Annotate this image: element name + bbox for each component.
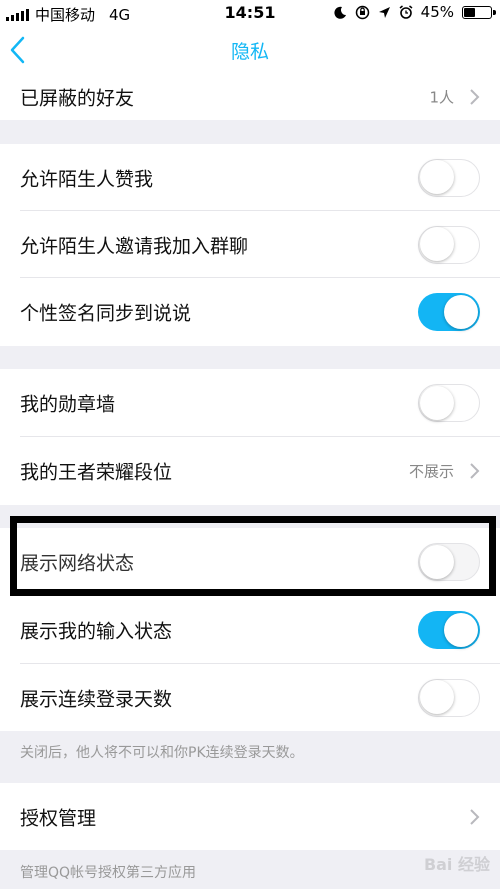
stranger-likes-label: 允许陌生人赞我 (20, 168, 154, 190)
nav-bar: 隐私 (0, 26, 500, 74)
show-typing-status-row: 展示我的输入状态 (0, 596, 500, 664)
show-login-streak-label: 展示连续登录天数 (20, 688, 173, 710)
stranger-likes-toggle[interactable] (418, 158, 480, 197)
honor-of-kings-rank-value: 不展示 (408, 462, 454, 481)
show-network-status-toggle[interactable] (418, 543, 480, 581)
authorization-label: 授权管理 (20, 807, 97, 829)
show-network-status-row: 展示网络状态 (0, 528, 500, 596)
blocked-friends-row[interactable]: 已屏蔽的好友 1人 (0, 74, 500, 120)
medal-wall-label: 我的勋章墙 (20, 393, 116, 416)
honor-of-kings-rank-label: 我的王者荣耀段位 (20, 461, 173, 484)
status-bar: 中国移动 4G 14:51 45% (0, 0, 500, 26)
battery-icon (462, 5, 496, 19)
medal-wall-row: 我的勋章墙 (0, 369, 500, 437)
authorization-footnote: 管理QQ帐号授权第三方应用 (20, 865, 197, 881)
battery-percent: 45% (420, 3, 454, 21)
stranger-likes-row: 允许陌生人赞我 (0, 144, 500, 211)
signature-sync-toggle[interactable] (418, 293, 480, 331)
chevron-right-icon (470, 463, 480, 479)
moon-icon (334, 6, 346, 19)
login-streak-footnote: 关闭后，他人将不可以和你PK连续登录天数。 (20, 745, 304, 761)
medal-wall-toggle[interactable] (418, 384, 480, 422)
stranger-group-invite-toggle[interactable] (418, 225, 480, 264)
location-icon (378, 6, 390, 18)
blocked-friends-label: 已屏蔽的好友 (20, 87, 135, 110)
show-login-streak-toggle[interactable] (418, 678, 480, 717)
signature-sync-label: 个性签名同步到说说 (20, 302, 192, 325)
blocked-friends-count: 1人 (429, 88, 454, 107)
stranger-group-invite-label: 允许陌生人邀请我加入群聊 (20, 235, 249, 257)
rotation-lock-icon (355, 5, 369, 19)
show-login-streak-row: 展示连续登录天数 (0, 664, 500, 731)
show-network-status-label: 展示网络状态 (20, 552, 135, 575)
honor-of-kings-rank-row[interactable]: 我的王者荣耀段位 不展示 (0, 437, 500, 505)
stranger-group-invite-row: 允许陌生人邀请我加入群聊 (0, 211, 500, 278)
authorization-row[interactable]: 授权管理 (0, 783, 500, 850)
show-typing-status-label: 展示我的输入状态 (20, 620, 173, 643)
signature-sync-row: 个性签名同步到说说 (0, 278, 500, 346)
show-typing-status-toggle[interactable] (418, 611, 480, 649)
chevron-right-icon (470, 89, 480, 105)
chevron-right-icon (470, 808, 480, 825)
page-title: 隐私 (230, 41, 269, 63)
alarm-icon (399, 5, 413, 19)
watermark: Bai 经验 (423, 855, 490, 874)
